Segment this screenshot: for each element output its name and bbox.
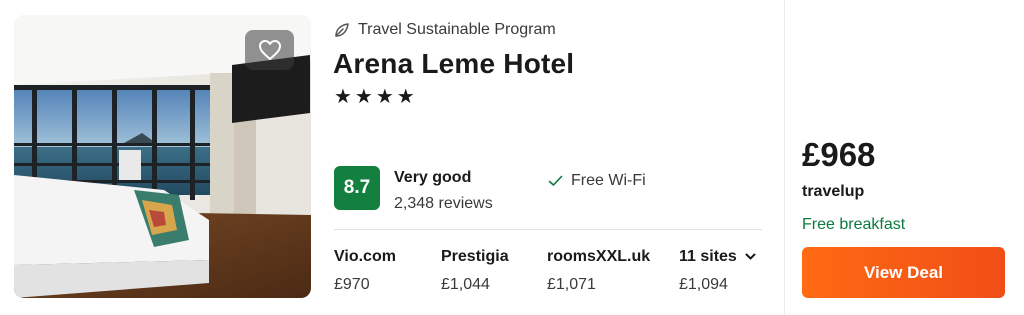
site-price: £970	[334, 276, 370, 293]
site-price-roomsxxl[interactable]: roomsXXL.uk £1,071	[547, 248, 650, 294]
best-price-provider: travelup	[802, 183, 865, 200]
site-price: £1,094	[679, 276, 728, 293]
amenity-wifi: Free Wi-Fi	[548, 172, 646, 190]
heart-icon	[258, 40, 281, 60]
site-name: roomsXXL.uk	[547, 248, 651, 265]
site-price: £1,044	[441, 276, 490, 293]
hotel-name[interactable]: Arena Leme Hotel	[333, 48, 574, 80]
sustainability-text: Travel Sustainable Program	[358, 21, 556, 38]
review-count[interactable]: 2,348 reviews	[394, 195, 493, 213]
rating-label: Very good	[394, 169, 472, 186]
more-sites-dropdown[interactable]: 11 sites £1,094	[679, 248, 756, 294]
offer-perk: Free breakfast	[802, 216, 906, 233]
site-price-vio[interactable]: Vio.com £970	[334, 248, 396, 294]
column-divider	[784, 0, 785, 315]
hotel-result-card: Travel Sustainable Program Arena Leme Ho…	[0, 0, 1024, 315]
site-price: £1,071	[547, 276, 596, 293]
site-name: Prestigia	[441, 248, 509, 265]
view-deal-button[interactable]: View Deal	[802, 247, 1005, 298]
leaf-icon	[335, 22, 349, 37]
site-name: Vio.com	[334, 248, 396, 265]
site-price-prestigia[interactable]: Prestigia £1,044	[441, 248, 509, 294]
sustainability-label[interactable]: Travel Sustainable Program	[333, 21, 556, 39]
review-score-badge: 8.7	[334, 166, 380, 210]
chevron-down-icon	[745, 253, 756, 260]
divider	[334, 229, 762, 230]
best-price: £968	[802, 136, 876, 173]
more-sites-label: 11 sites	[679, 248, 737, 265]
star-rating: ★★★★	[334, 86, 418, 108]
favorite-button[interactable]	[245, 30, 294, 70]
check-icon	[548, 175, 563, 186]
amenity-label: Free Wi-Fi	[571, 172, 646, 189]
